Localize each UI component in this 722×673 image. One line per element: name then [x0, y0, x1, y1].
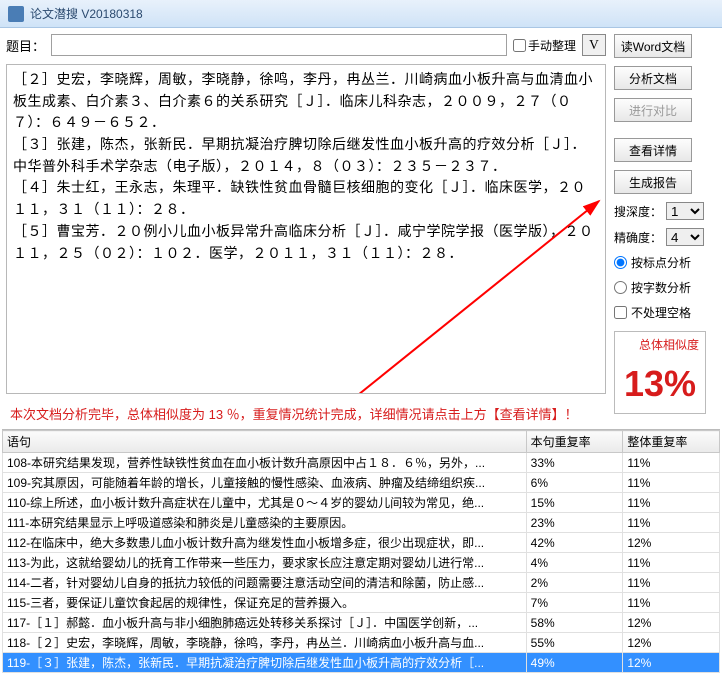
manual-sort-input[interactable] — [513, 39, 526, 52]
cell-local: 23% — [526, 513, 623, 533]
col-phrase-header[interactable]: 语句 — [3, 431, 527, 453]
cell-phrase: 109-究其原因，可能随着年龄的增长，儿童接触的慢性感染、血液病、肿瘤及结缔组织… — [3, 473, 527, 493]
cell-phrase: 111-本研究结果显示上呼吸道感染和肺炎是儿童感染的主要原因。 — [3, 513, 527, 533]
gen-report-button[interactable]: 生成报告 — [614, 170, 692, 194]
cell-phrase: 118-［２］史宏，李晓辉，周敏，李晓静，徐鸣，李丹，冉丛兰．川崎病血小板升高与… — [3, 633, 527, 653]
depth-select[interactable]: 1 — [666, 202, 704, 220]
depth-row: 搜深度： 1 — [614, 202, 704, 220]
cell-local: 4% — [526, 553, 623, 573]
cell-phrase: 114-二者，针对婴幼儿自身的抵抗力较低的问题需要注意活动空间的清洁和除菌，防止… — [3, 573, 527, 593]
similarity-value: 13% — [619, 363, 701, 405]
title-label: 题目： — [6, 36, 45, 55]
cell-overall: 11% — [623, 493, 720, 513]
by-charcount-input[interactable] — [614, 281, 627, 294]
cell-phrase: 117-［１］郝懿．血小板升高与非小细胞肺癌远处转移关系探讨［Ｊ］．中国医学创新… — [3, 613, 527, 633]
precision-row: 精确度： 4 — [614, 228, 704, 246]
col-local-header[interactable]: 本句重复率 — [526, 431, 623, 453]
cell-phrase: 113-为此，这就给婴幼儿的抚育工作带来一些压力，要求家长应注意定期对婴幼儿进行… — [3, 553, 527, 573]
manual-sort-label: 手动整理 — [528, 37, 576, 54]
by-punct-label: 按标点分析 — [631, 254, 691, 271]
annotation-arrow — [347, 195, 606, 394]
read-word-button[interactable]: 读Word文档 — [614, 34, 692, 58]
by-punct-radio[interactable]: 按标点分析 — [614, 254, 691, 271]
cell-local: 33% — [526, 453, 623, 473]
status-line: 本次文档分析完毕，总体相似度为 13 ％，重复情况统计完成，详细情况请点击上方【… — [0, 396, 612, 429]
cell-overall: 11% — [623, 553, 720, 573]
precision-select[interactable]: 4 — [666, 228, 704, 246]
cell-local: 15% — [526, 493, 623, 513]
table-row[interactable]: 113-为此，这就给婴幼儿的抚育工作带来一些压力，要求家长应注意定期对婴幼儿进行… — [3, 553, 720, 573]
ref-line: ［２］史宏，李晓辉，周敏，李晓静，徐鸣，李丹，冉丛兰．川崎病血小板升高与血清血小… — [13, 69, 599, 134]
cell-local: 6% — [526, 473, 623, 493]
cell-overall: 12% — [623, 533, 720, 553]
skip-space-input[interactable] — [614, 306, 627, 319]
cell-local: 55% — [526, 633, 623, 653]
window-title: 论文潜搜 V20180318 — [30, 5, 143, 22]
cell-overall: 11% — [623, 453, 720, 473]
cell-phrase: 115-三者，要保证儿童饮食起居的规律性，保证充足的营养摄入。 — [3, 593, 527, 613]
depth-label: 搜深度： — [614, 203, 662, 220]
table-row[interactable]: 108-本研究结果发现，营养性缺铁性贫血在血小板计数升高原因中占１８．６％，另外… — [3, 453, 720, 473]
table-row[interactable]: 115-三者，要保证儿童饮食起居的规律性，保证充足的营养摄入。7%11% — [3, 593, 720, 613]
title-input[interactable] — [51, 34, 507, 56]
cell-local: 7% — [526, 593, 623, 613]
cell-phrase: 119-［３］张建，陈杰，张新民．早期抗凝治疗脾切除后继发性血小板升高的疗效分析… — [3, 653, 527, 673]
cell-overall: 11% — [623, 573, 720, 593]
ref-line: ［３］张建，陈杰，张新民．早期抗凝治疗脾切除后继发性血小板升高的疗效分析［Ｊ］．… — [13, 134, 599, 177]
precision-label: 精确度： — [614, 229, 662, 246]
analyze-button[interactable]: 分析文档 — [614, 66, 692, 90]
similarity-box: 总体相似度 13% — [614, 331, 706, 414]
cell-phrase: 110-综上所述，血小板计数升高症状在儿童中，尤其是０～４岁的婴幼儿间较为常见，… — [3, 493, 527, 513]
manual-sort-checkbox[interactable]: 手动整理 — [513, 37, 576, 54]
cell-phrase: 108-本研究结果发现，营养性缺铁性贫血在血小板计数升高原因中占１８．６％，另外… — [3, 453, 527, 473]
result-table: 语句 本句重复率 整体重复率 108-本研究结果发现，营养性缺铁性贫血在血小板计… — [2, 430, 720, 673]
table-row[interactable]: 118-［２］史宏，李晓辉，周敏，李晓静，徐鸣，李丹，冉丛兰．川崎病血小板升高与… — [3, 633, 720, 653]
table-row[interactable]: 114-二者，针对婴幼儿自身的抵抗力较低的问题需要注意活动空间的清洁和除菌，防止… — [3, 573, 720, 593]
cell-phrase: 112-在临床中，绝大多数患儿血小板计数升高为继发性血小板增多症，很少出现症状，… — [3, 533, 527, 553]
by-charcount-radio[interactable]: 按字数分析 — [614, 279, 691, 296]
table-row[interactable]: 110-综上所述，血小板计数升高症状在儿童中，尤其是０～４岁的婴幼儿间较为常见，… — [3, 493, 720, 513]
cell-overall: 11% — [623, 513, 720, 533]
by-punct-input[interactable] — [614, 256, 627, 269]
compare-button[interactable]: 进行对比 — [614, 98, 692, 122]
table-row[interactable]: 109-究其原因，可能随着年龄的增长，儿童接触的慢性感染、血液病、肿瘤及结缔组织… — [3, 473, 720, 493]
cell-overall: 12% — [623, 613, 720, 633]
similarity-label: 总体相似度 — [619, 336, 701, 353]
skip-space-label: 不处理空格 — [631, 304, 691, 321]
col-overall-header[interactable]: 整体重复率 — [623, 431, 720, 453]
reference-box: ［２］史宏，李晓辉，周敏，李晓静，徐鸣，李丹，冉丛兰．川崎病血小板升高与血清血小… — [6, 64, 606, 394]
cell-overall: 11% — [623, 473, 720, 493]
cell-local: 58% — [526, 613, 623, 633]
cell-overall: 11% — [623, 593, 720, 613]
cell-overall: 12% — [623, 653, 720, 673]
table-row[interactable]: 117-［１］郝懿．血小板升高与非小细胞肺癌远处转移关系探讨［Ｊ］．中国医学创新… — [3, 613, 720, 633]
titlebar: 论文潜搜 V20180318 — [0, 0, 722, 28]
skip-space-checkbox[interactable]: 不处理空格 — [614, 304, 691, 321]
by-charcount-label: 按字数分析 — [631, 279, 691, 296]
cell-overall: 12% — [623, 633, 720, 653]
cell-local: 42% — [526, 533, 623, 553]
result-table-wrap: 语句 本句重复率 整体重复率 108-本研究结果发现，营养性缺铁性贫血在血小板计… — [2, 429, 720, 673]
table-row[interactable]: 119-［３］张建，陈杰，张新民．早期抗凝治疗脾切除后继发性血小板升高的疗效分析… — [3, 653, 720, 673]
table-row[interactable]: 112-在临床中，绝大多数患儿血小板计数升高为继发性血小板增多症，很少出现症状，… — [3, 533, 720, 553]
cell-local: 49% — [526, 653, 623, 673]
cell-local: 2% — [526, 573, 623, 593]
app-icon — [8, 6, 24, 22]
v-button[interactable]: V — [582, 34, 606, 56]
table-row[interactable]: 111-本研究结果显示上呼吸道感染和肺炎是儿童感染的主要原因。23%11% — [3, 513, 720, 533]
view-detail-button[interactable]: 查看详情 — [614, 138, 692, 162]
